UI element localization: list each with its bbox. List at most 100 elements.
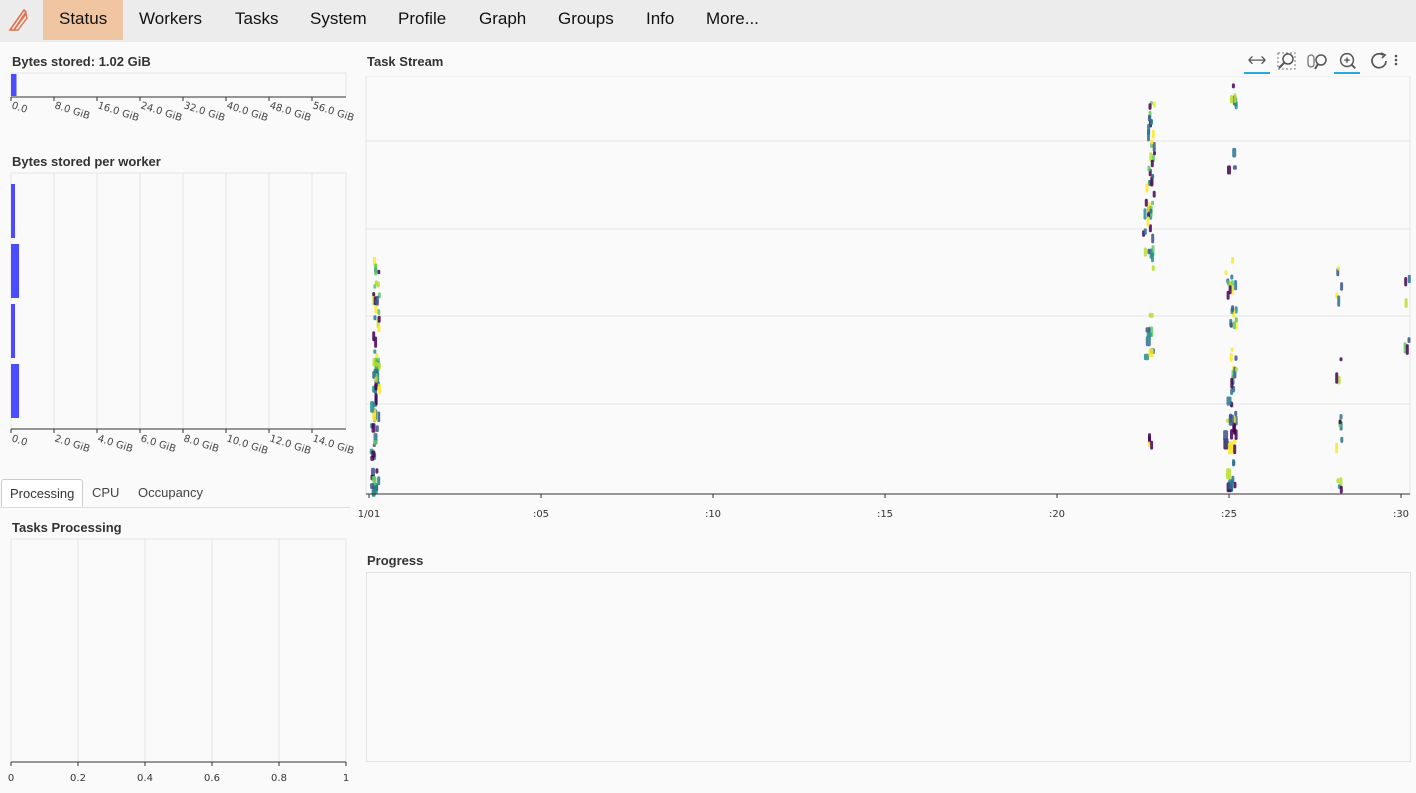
task-mark[interactable] bbox=[371, 423, 376, 433]
task-mark[interactable] bbox=[1144, 353, 1149, 361]
task-mark[interactable] bbox=[1407, 274, 1411, 284]
task-mark[interactable] bbox=[373, 315, 377, 321]
task-mark[interactable] bbox=[1337, 295, 1341, 307]
task-mark[interactable] bbox=[1150, 159, 1154, 168]
task-mark[interactable] bbox=[1404, 298, 1408, 308]
task-mark[interactable] bbox=[1234, 367, 1238, 372]
task-mark[interactable] bbox=[1149, 118, 1153, 124]
task-mark[interactable] bbox=[371, 475, 376, 481]
task-mark[interactable] bbox=[1153, 151, 1156, 156]
task-mark[interactable] bbox=[1145, 183, 1149, 193]
task-mark[interactable] bbox=[1227, 165, 1231, 175]
tasks-processing-chart[interactable]: 0 0.2 0.4 0.6 0.8 1 bbox=[0, 538, 355, 788]
task-mark[interactable] bbox=[370, 455, 375, 461]
task-mark[interactable] bbox=[1233, 93, 1237, 104]
task-mark[interactable] bbox=[376, 281, 380, 288]
task-mark[interactable] bbox=[1145, 336, 1151, 347]
worker-bytes-bar[interactable] bbox=[11, 304, 16, 358]
task-mark[interactable] bbox=[1336, 478, 1340, 484]
task-mark[interactable] bbox=[1231, 257, 1235, 264]
task-mark[interactable] bbox=[1151, 200, 1154, 206]
task-mark[interactable] bbox=[377, 383, 381, 395]
task-mark[interactable] bbox=[1223, 430, 1229, 441]
task-mark[interactable] bbox=[1232, 165, 1237, 170]
task-mark[interactable] bbox=[1230, 347, 1234, 352]
task-mark[interactable] bbox=[1230, 388, 1234, 395]
task-mark[interactable] bbox=[1335, 442, 1339, 454]
task-mark[interactable] bbox=[1338, 419, 1342, 425]
task-mark[interactable] bbox=[1340, 282, 1344, 291]
task-mark[interactable] bbox=[1232, 459, 1235, 467]
task-mark[interactable] bbox=[372, 292, 376, 297]
nav-groups[interactable]: Groups bbox=[542, 0, 630, 40]
task-mark[interactable] bbox=[1226, 290, 1230, 300]
task-mark[interactable] bbox=[373, 368, 377, 377]
task-mark[interactable] bbox=[377, 309, 381, 315]
task-mark[interactable] bbox=[1335, 372, 1339, 384]
nav-info[interactable]: Info bbox=[630, 0, 690, 40]
task-mark[interactable] bbox=[1230, 274, 1234, 280]
task-mark[interactable] bbox=[1339, 357, 1343, 362]
task-mark[interactable] bbox=[1226, 468, 1231, 480]
task-mark[interactable] bbox=[1228, 441, 1234, 446]
task-mark[interactable] bbox=[1148, 312, 1154, 318]
task-mark[interactable] bbox=[372, 358, 376, 367]
task-mark[interactable] bbox=[373, 284, 377, 289]
task-mark[interactable] bbox=[1229, 318, 1233, 327]
task-mark[interactable] bbox=[1229, 352, 1233, 362]
task-mark[interactable] bbox=[377, 315, 381, 323]
task-mark[interactable] bbox=[1147, 123, 1151, 135]
task-mark[interactable] bbox=[372, 331, 376, 342]
nav-status[interactable]: Status bbox=[43, 0, 123, 40]
tab-processing[interactable]: Processing bbox=[1, 479, 84, 507]
task-mark[interactable] bbox=[1152, 101, 1156, 108]
task-mark[interactable] bbox=[373, 349, 377, 354]
task-mark[interactable] bbox=[377, 269, 381, 275]
nav-profile[interactable]: Profile bbox=[382, 0, 462, 40]
task-mark[interactable] bbox=[1404, 277, 1408, 287]
task-mark[interactable] bbox=[1148, 103, 1152, 110]
task-mark[interactable] bbox=[1143, 228, 1147, 235]
task-mark[interactable] bbox=[1233, 481, 1237, 489]
worker-bytes-bar[interactable] bbox=[11, 184, 16, 238]
task-mark[interactable] bbox=[1230, 377, 1234, 389]
task-mark[interactable] bbox=[1231, 305, 1235, 312]
pan-icon[interactable] bbox=[1244, 50, 1270, 74]
task-stream-chart[interactable]: 1/01:05:10:15:20:25:30 bbox=[355, 76, 1416, 526]
task-mark[interactable] bbox=[1233, 423, 1236, 435]
task-mark[interactable] bbox=[1143, 208, 1147, 220]
task-mark[interactable] bbox=[370, 483, 375, 489]
task-mark[interactable] bbox=[1151, 233, 1155, 244]
task-mark[interactable] bbox=[1229, 95, 1233, 104]
task-mark[interactable] bbox=[1337, 266, 1340, 271]
task-mark[interactable] bbox=[1147, 248, 1151, 255]
task-mark[interactable] bbox=[1145, 327, 1151, 333]
task-mark[interactable] bbox=[1233, 444, 1237, 455]
dask-logo-icon[interactable] bbox=[6, 6, 30, 34]
task-mark[interactable] bbox=[1339, 414, 1343, 420]
task-mark[interactable] bbox=[1407, 337, 1411, 343]
task-mark[interactable] bbox=[1147, 165, 1151, 172]
worker-bytes-bar[interactable] bbox=[11, 244, 20, 298]
task-mark[interactable] bbox=[1234, 317, 1238, 323]
task-mark[interactable] bbox=[1234, 280, 1238, 291]
task-mark[interactable] bbox=[1148, 348, 1154, 358]
task-mark[interactable] bbox=[1232, 321, 1236, 330]
task-mark[interactable] bbox=[1150, 440, 1154, 450]
bytes-per-worker-chart[interactable]: 0.0 2.0 GiB 4.0 GiB 6.0 GiB 8.0 GiB 10.0 GiB1… bbox=[0, 172, 355, 467]
task-mark[interactable] bbox=[374, 263, 378, 276]
task-mark[interactable] bbox=[1226, 280, 1230, 286]
refresh-icon[interactable] bbox=[1366, 50, 1392, 74]
nav-system[interactable]: System bbox=[294, 0, 383, 40]
task-mark[interactable] bbox=[1148, 433, 1151, 442]
task-mark[interactable] bbox=[1144, 198, 1148, 207]
nav-graph[interactable]: Graph bbox=[463, 0, 542, 40]
task-mark[interactable] bbox=[1152, 190, 1156, 198]
task-mark[interactable] bbox=[1228, 414, 1234, 426]
nav-workers[interactable]: Workers bbox=[123, 0, 218, 40]
task-mark[interactable] bbox=[1151, 265, 1155, 271]
task-mark[interactable] bbox=[1228, 479, 1234, 490]
task-mark[interactable] bbox=[1234, 355, 1238, 361]
nav-tasks[interactable]: Tasks bbox=[219, 0, 294, 40]
task-mark[interactable] bbox=[375, 468, 379, 474]
